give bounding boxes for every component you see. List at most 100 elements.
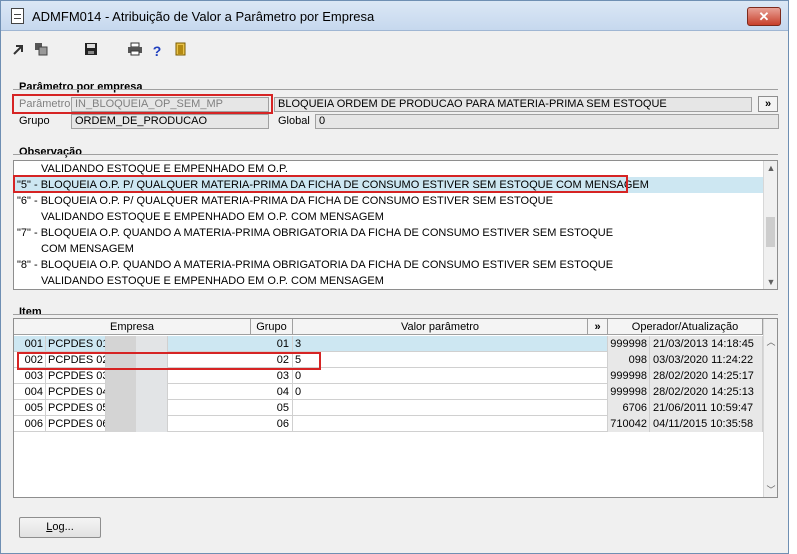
obs-scrollbar[interactable]: ▲ ▼ bbox=[763, 161, 777, 289]
parametro-label: Parâmetro bbox=[19, 98, 71, 110]
row-valor[interactable]: 5 bbox=[293, 352, 608, 368]
obs-line: VALIDANDO ESTOQUE E EMPENHADO EM O.P. bbox=[41, 163, 288, 175]
row-data: 03/03/2020 11:24:22 bbox=[650, 352, 763, 368]
row-code: 006 bbox=[14, 416, 46, 432]
row-code: 005 bbox=[14, 400, 46, 416]
row-operador: 999998 bbox=[608, 336, 650, 352]
obs-line-selected: "5" - BLOQUEIA O.P. P/ QUALQUER MATERIA-… bbox=[14, 177, 763, 193]
print-icon[interactable] bbox=[125, 41, 145, 61]
scroll-thumb[interactable] bbox=[766, 217, 775, 247]
param-group-line bbox=[13, 89, 778, 90]
row-code: 001 bbox=[14, 336, 46, 352]
close-button[interactable]: ✕ bbox=[747, 7, 781, 26]
parametro-desc-field: BLOQUEIA ORDEM DE PRODUCAO PARA MATERIA-… bbox=[274, 97, 752, 112]
row-empresa: PCPDES 03 bbox=[48, 368, 106, 384]
redacted-area bbox=[136, 400, 168, 416]
obs-line: "6" - BLOQUEIA O.P. P/ QUALQUER MATERIA-… bbox=[17, 195, 553, 207]
row-operador: 098 bbox=[608, 352, 650, 368]
col-valor[interactable]: Valor parâmetro bbox=[293, 319, 588, 335]
row-valor[interactable] bbox=[293, 400, 608, 416]
row-empresa: PCPDES 04 bbox=[48, 384, 106, 400]
main-window: ADMFM014 - Atribuição de Valor a Parâmet… bbox=[0, 0, 789, 554]
table-row[interactable]: 006 PCPDES 06 06 710042 04/11/2015 10:35… bbox=[14, 416, 763, 432]
row-empresa: PCPDES 06 bbox=[48, 416, 106, 432]
row-operador: 999998 bbox=[608, 368, 650, 384]
scroll-down-icon[interactable]: ▼ bbox=[764, 275, 778, 289]
arrow-icon[interactable] bbox=[9, 41, 29, 61]
grupo-field[interactable]: ORDEM_DE_PRODUCAO bbox=[71, 114, 269, 129]
parametro-field[interactable]: IN_BLOQUEIA_OP_SEM_MP bbox=[71, 97, 269, 112]
copy-icon[interactable] bbox=[31, 41, 51, 61]
help-icon[interactable]: ? bbox=[147, 41, 167, 61]
col-expand-button[interactable]: » bbox=[588, 319, 608, 335]
row-grupo: 05 bbox=[251, 400, 293, 416]
row-grupo: 03 bbox=[251, 368, 293, 384]
table-row[interactable]: 005 PCPDES 05 05 6706 21/06/2011 10:59:4… bbox=[14, 400, 763, 416]
row-grupo: 02 bbox=[251, 352, 293, 368]
save-icon[interactable] bbox=[81, 41, 101, 61]
window-title: ADMFM014 - Atribuição de Valor a Parâmet… bbox=[32, 9, 375, 24]
redacted-area bbox=[136, 352, 168, 368]
row-empresa: PCPDES 05 bbox=[48, 400, 106, 416]
row-code: 004 bbox=[14, 384, 46, 400]
table-row[interactable]: 002 PCPDES 02 02 5 098 03/03/2020 11:24:… bbox=[14, 352, 763, 368]
global-label: Global bbox=[278, 115, 310, 127]
obs-line: VALIDANDO ESTOQUE E EMPENHADO EM O.P. CO… bbox=[41, 211, 384, 223]
item-group-line bbox=[13, 314, 778, 315]
obs-group-line bbox=[13, 154, 778, 155]
col-grupo[interactable]: Grupo bbox=[251, 319, 293, 335]
item-group-title: Item bbox=[19, 306, 42, 318]
table-row[interactable]: 004 PCPDES 04 04 0 999998 28/02/2020 14:… bbox=[14, 384, 763, 400]
table-row[interactable]: 001 PCPDES 01 01 3 999998 21/03/2013 14:… bbox=[14, 336, 763, 352]
row-valor[interactable] bbox=[293, 416, 608, 432]
scroll-down-icon[interactable]: ﹀ bbox=[764, 483, 778, 497]
col-empresa[interactable]: Empresa bbox=[14, 319, 251, 335]
global-field[interactable]: 0 bbox=[315, 114, 779, 129]
observation-list[interactable]: VALIDANDO ESTOQUE E EMPENHADO EM O.P. "5… bbox=[13, 160, 778, 290]
row-data: 04/11/2015 10:35:58 bbox=[650, 416, 763, 432]
parametro-expand-button[interactable]: » bbox=[758, 96, 778, 112]
row-grupo: 04 bbox=[251, 384, 293, 400]
item-grid[interactable]: Empresa Grupo Valor parâmetro » Operador… bbox=[13, 318, 778, 498]
client-area: Parâmetro por empresa Parâmetro IN_BLOQU… bbox=[9, 71, 782, 549]
row-grupo: 01 bbox=[251, 336, 293, 352]
grid-scrollbar[interactable]: ︿ ﹀ bbox=[763, 319, 777, 497]
title-bar: ADMFM014 - Atribuição de Valor a Parâmet… bbox=[1, 1, 788, 31]
obs-line: VALIDANDO ESTOQUE E EMPENHADO EM O.P. CO… bbox=[41, 275, 384, 287]
row-operador: 999998 bbox=[608, 384, 650, 400]
row-valor[interactable]: 3 bbox=[293, 336, 608, 352]
log-button[interactable]: Log... bbox=[19, 517, 101, 538]
row-data: 28/02/2020 14:25:13 bbox=[650, 384, 763, 400]
redacted-area bbox=[136, 416, 168, 432]
row-empresa: PCPDES 01 bbox=[48, 336, 106, 352]
row-empresa: PCPDES 02 bbox=[48, 352, 106, 368]
scroll-up-icon[interactable]: ▲ bbox=[764, 161, 778, 175]
row-operador: 6706 bbox=[608, 400, 650, 416]
grid-header: Empresa Grupo Valor parâmetro » Operador… bbox=[14, 319, 763, 335]
row-data: 21/03/2013 14:18:45 bbox=[650, 336, 763, 352]
toolbar: ? bbox=[7, 41, 207, 63]
obs-group-title: Observação bbox=[19, 146, 82, 158]
redacted-area bbox=[136, 384, 168, 400]
obs-line: "7" - BLOQUEIA O.P. QUANDO A MATERIA-PRI… bbox=[17, 227, 614, 239]
table-row[interactable]: 003 PCPDES 03 03 0 999998 28/02/2020 14:… bbox=[14, 368, 763, 384]
redacted-area bbox=[136, 368, 168, 384]
row-data: 21/06/2011 10:59:47 bbox=[650, 400, 763, 416]
obs-line: COM MENSAGEM bbox=[41, 243, 134, 255]
document-icon bbox=[11, 8, 24, 24]
row-code: 002 bbox=[14, 352, 46, 368]
redacted-area bbox=[136, 336, 168, 352]
log-button-label: og... bbox=[52, 521, 74, 533]
row-valor[interactable]: 0 bbox=[293, 384, 608, 400]
row-valor[interactable]: 0 bbox=[293, 368, 608, 384]
row-grupo: 06 bbox=[251, 416, 293, 432]
row-operador: 710042 bbox=[608, 416, 650, 432]
col-operador[interactable]: Operador/Atualização bbox=[608, 319, 763, 335]
obs-line: "8" - BLOQUEIA O.P. QUANDO A MATERIA-PRI… bbox=[17, 259, 614, 271]
grupo-label: Grupo bbox=[19, 115, 50, 127]
scroll-up-icon[interactable]: ︿ bbox=[764, 335, 778, 349]
row-data: 28/02/2020 14:25:17 bbox=[650, 368, 763, 384]
row-code: 003 bbox=[14, 368, 46, 384]
exit-icon[interactable] bbox=[171, 41, 191, 61]
param-group-title: Parâmetro por empresa bbox=[19, 81, 143, 93]
